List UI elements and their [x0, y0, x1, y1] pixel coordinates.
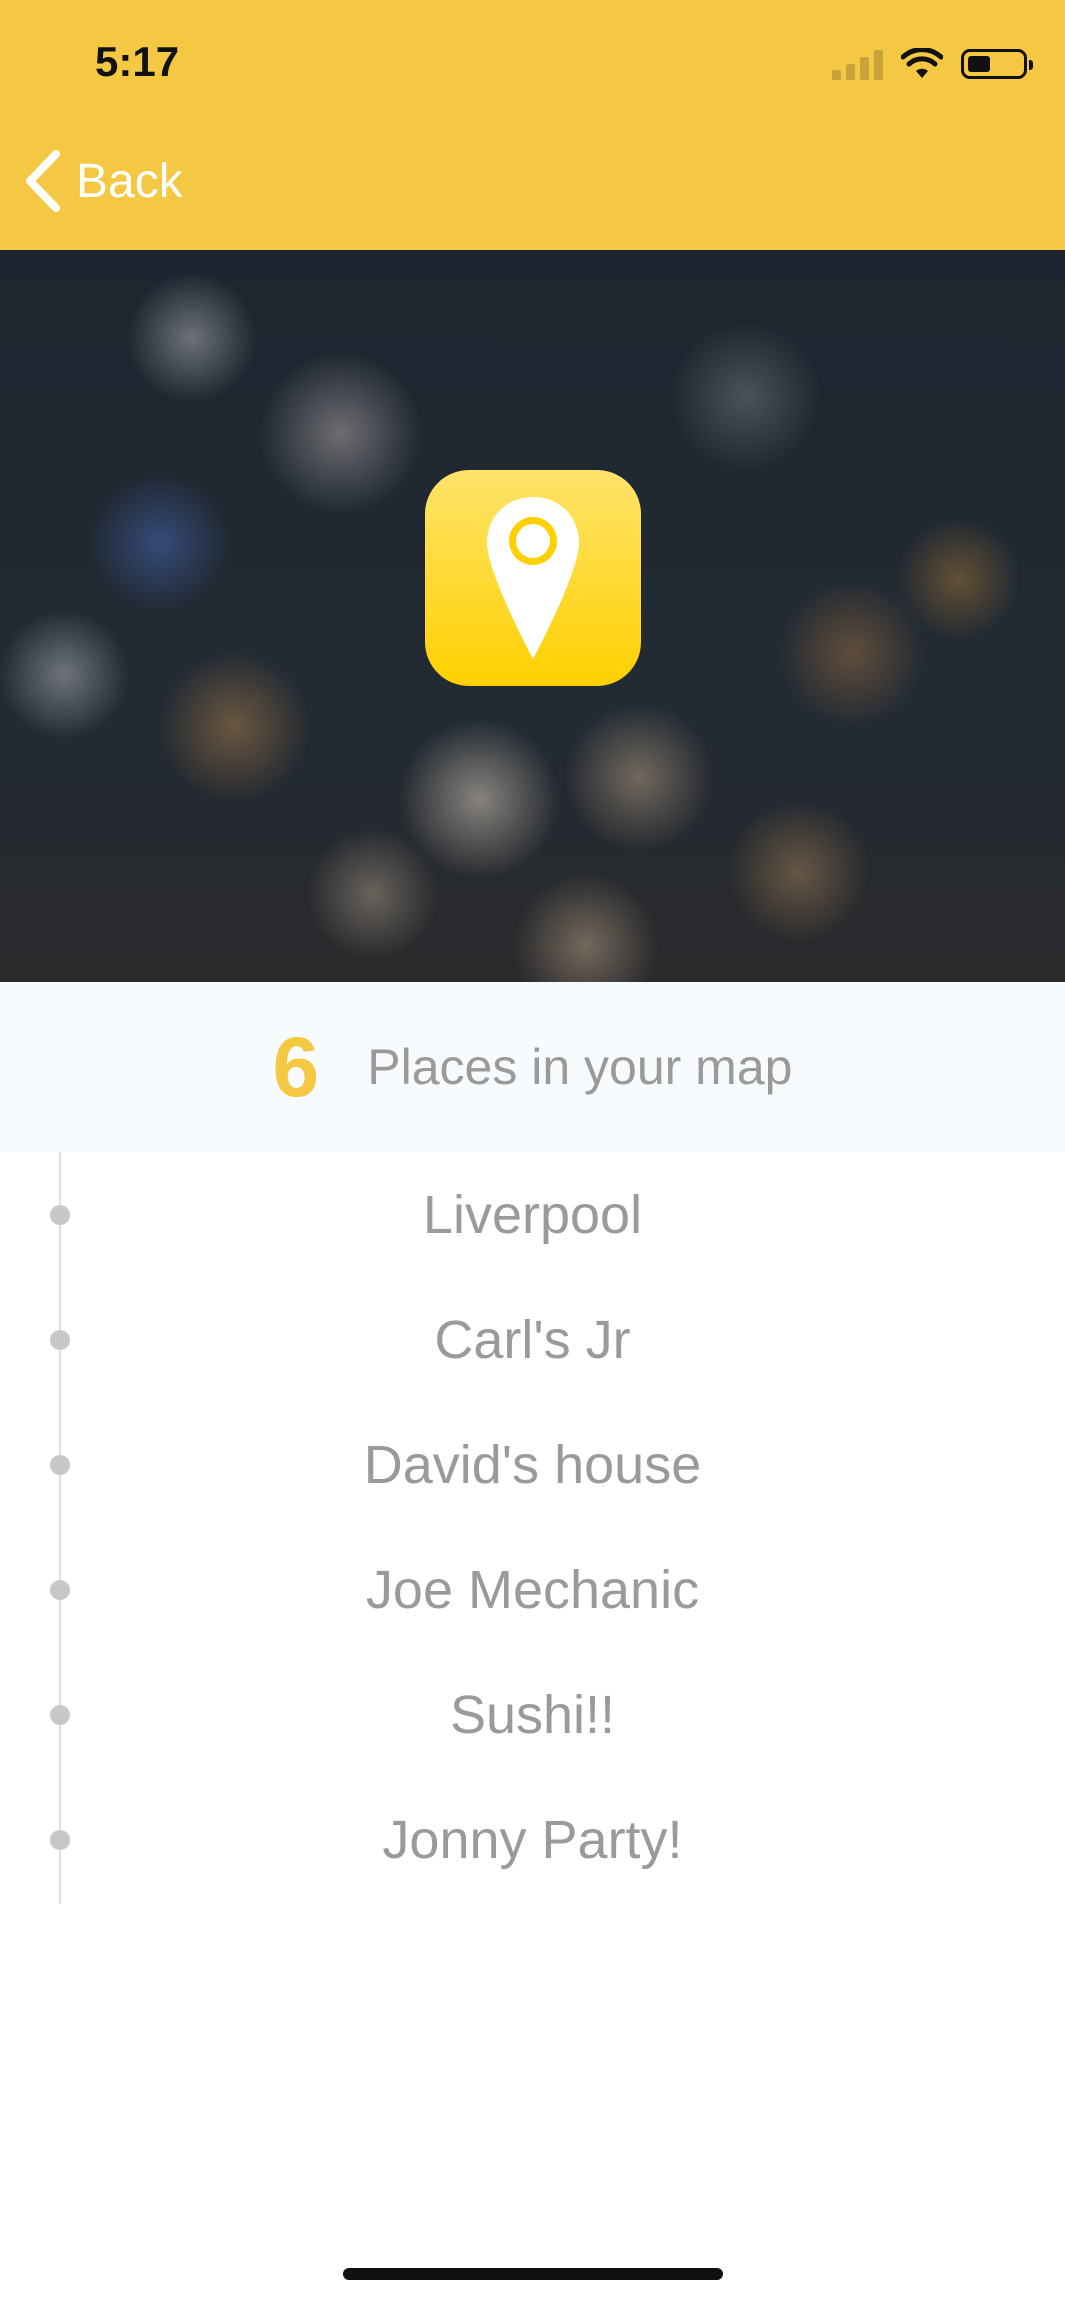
navigation-header: 5:17 Back: [0, 0, 1065, 250]
timeline-dot: [50, 1705, 70, 1725]
chevron-left-icon: [26, 150, 60, 212]
home-indicator[interactable]: [343, 2268, 723, 2280]
place-name: Liverpool: [422, 1184, 643, 1245]
list-item[interactable]: Sushi!!: [0, 1652, 1065, 1777]
timeline-dot: [50, 1205, 70, 1225]
timeline-dot: [50, 1830, 70, 1850]
places-summary: 6 Places in your map: [0, 982, 1065, 1152]
status-icons: [832, 44, 1033, 84]
place-name: Sushi!!: [449, 1684, 616, 1745]
app-icon: [425, 470, 641, 686]
wifi-icon: [901, 48, 943, 78]
list-item[interactable]: Jonny Party!: [0, 1777, 1065, 1902]
back-button[interactable]: Back: [24, 150, 183, 212]
status-time: 5:17: [95, 38, 180, 85]
timeline-dot: [50, 1330, 70, 1350]
timeline-dot: [50, 1455, 70, 1475]
place-name: David's house: [363, 1434, 702, 1495]
places-list: Liverpool Carl's Jr David's house Joe Me…: [0, 1152, 1065, 1902]
timeline-dot: [50, 1580, 70, 1600]
list-item[interactable]: Carl's Jr: [0, 1277, 1065, 1402]
list-item[interactable]: Liverpool: [0, 1152, 1065, 1277]
list-item[interactable]: David's house: [0, 1402, 1065, 1527]
place-name: Joe Mechanic: [365, 1559, 700, 1620]
places-count-label: Places in your map: [367, 1039, 793, 1095]
place-name: Jonny Party!: [382, 1809, 683, 1870]
places-count: 6: [272, 1019, 320, 1114]
list-item[interactable]: Joe Mechanic: [0, 1527, 1065, 1652]
map-pin-icon: [487, 497, 579, 659]
hero-image: [0, 250, 1065, 982]
place-name: Carl's Jr: [434, 1309, 631, 1370]
cellular-signal-icon: [832, 48, 883, 80]
battery-icon: [961, 49, 1033, 79]
back-label: Back: [76, 154, 183, 208]
